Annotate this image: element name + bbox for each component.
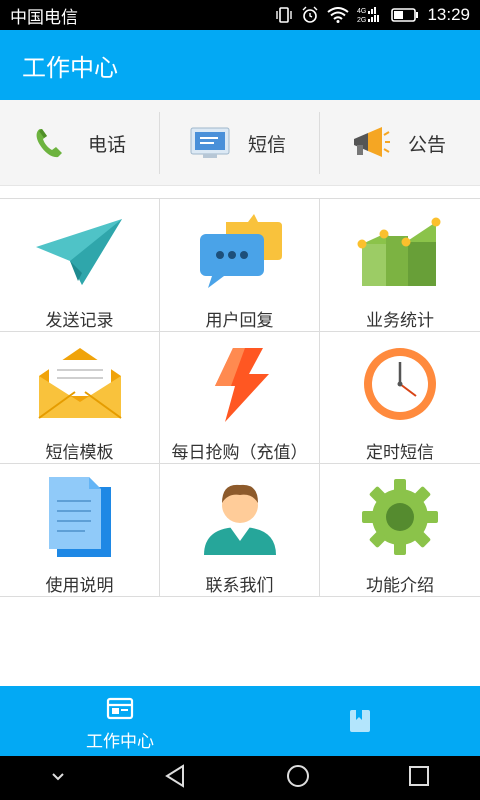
quick-action-sms[interactable]: 短信: [160, 100, 320, 186]
grid-item-send-records[interactable]: 发送记录: [0, 199, 160, 332]
announcement-icon: [348, 121, 392, 165]
recent-apps-icon[interactable]: [406, 763, 432, 794]
sms-icon: [188, 121, 232, 165]
lightning-icon: [190, 340, 290, 428]
grid-item-label: 使用说明: [45, 576, 114, 595]
svg-text:4G: 4G: [357, 8, 366, 15]
status-icons: 4G 2G 13:29: [275, 5, 470, 25]
wifi-icon: [327, 7, 350, 23]
carrier-label: 中国电信: [10, 7, 78, 27]
grid-item-label: 每日抢购（充值）: [171, 443, 308, 462]
document-icon: [30, 472, 130, 561]
grid-item-label: 用户回复: [205, 311, 274, 330]
quick-action-label: 公告: [408, 134, 447, 156]
alarm-icon: [301, 6, 319, 24]
quick-action-phone[interactable]: 电话: [0, 100, 160, 186]
svg-text:2G: 2G: [357, 17, 366, 24]
grid-item-label: 发送记录: [45, 311, 114, 330]
quick-action-label: 电话: [88, 134, 127, 156]
grid-item-label: 业务统计: [366, 311, 434, 330]
clock-icon: [350, 340, 450, 428]
status-bar: 中国电信 4G 2G 13:29: [0, 0, 480, 30]
grid-item-sms-templates[interactable]: 短信模板: [0, 332, 160, 464]
battery-icon: [391, 8, 419, 22]
grid-item-daily-flash-sale[interactable]: 每日抢购（充值）: [160, 332, 320, 464]
app-header: 工作中心: [0, 30, 480, 100]
quick-action-label: 短信: [248, 134, 287, 156]
system-nav-bar: [0, 756, 480, 800]
grid-item-business-stats[interactable]: 业务统计: [320, 199, 480, 332]
back-icon[interactable]: [163, 763, 189, 794]
phone-icon: [28, 121, 72, 165]
statistics-chart-icon: [350, 207, 450, 296]
tab-work-center[interactable]: 工作中心: [0, 686, 240, 756]
envelope-icon: [30, 340, 130, 428]
chat-bubbles-icon: [190, 207, 290, 296]
grid-item-label: 定时短信: [366, 443, 434, 462]
book-icon: [348, 708, 372, 739]
quick-actions-bar: 电话 短信 公告: [0, 100, 480, 186]
vibrate-icon: [275, 7, 293, 23]
grid-item-label: 联系我们: [205, 576, 274, 595]
grid-item-contact-us[interactable]: 联系我们: [160, 464, 320, 597]
function-grid: 发送记录 用户回复 业务统计 短信模板 每日抢购（充值） 定时短信 使用说明 联…: [0, 198, 480, 597]
gear-icon: [350, 472, 450, 561]
bottom-nav: 工作中心: [0, 686, 480, 756]
grid-item-label: 短信模板: [45, 443, 114, 462]
quick-action-announcement[interactable]: 公告: [320, 100, 480, 186]
tab-book[interactable]: [240, 686, 480, 756]
paper-plane-icon: [30, 207, 130, 296]
workbench-icon: [106, 696, 134, 725]
tab-label: 工作中心: [86, 732, 154, 751]
home-icon[interactable]: [285, 763, 311, 794]
grid-item-scheduled-sms[interactable]: 定时短信: [320, 332, 480, 464]
signal-icon: 4G 2G: [357, 6, 383, 24]
grid-item-instructions[interactable]: 使用说明: [0, 464, 160, 597]
clock-time: 13:29: [427, 5, 470, 24]
grid-item-features[interactable]: 功能介绍: [320, 464, 480, 597]
grid-item-user-replies[interactable]: 用户回复: [160, 199, 320, 332]
chevron-down-icon[interactable]: [48, 766, 68, 791]
page-title: 工作中心: [22, 54, 118, 82]
grid-item-label: 功能介绍: [366, 576, 434, 595]
person-icon: [190, 472, 290, 561]
